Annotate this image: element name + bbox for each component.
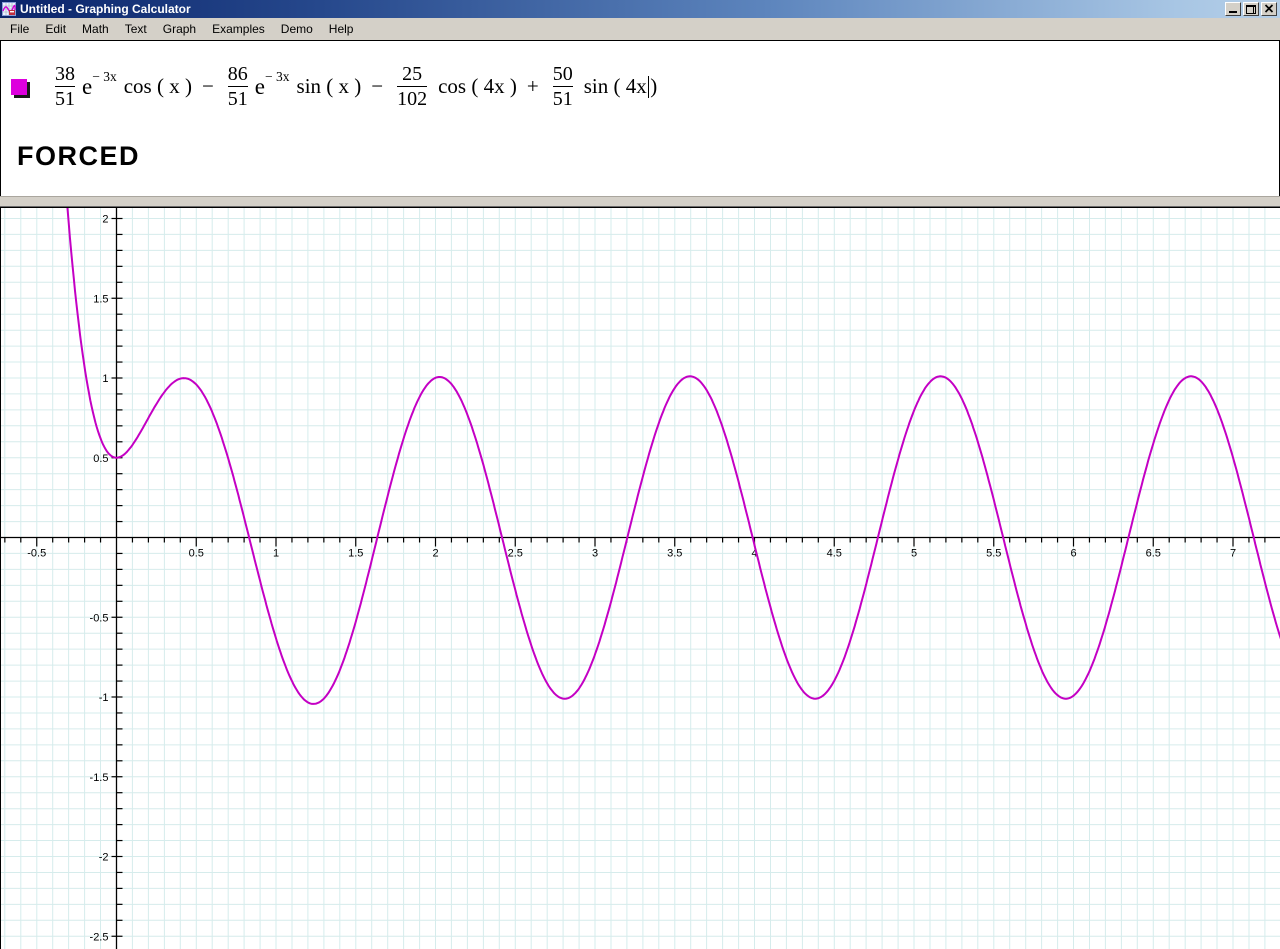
graph-canvas[interactable]: -0.5 0.5 1 1.5 2 2.5 3 3.5 4 4.5 5 5.5 6 6.5 721.510.5…	[1, 208, 1280, 949]
svg-text:3.5: 3.5	[667, 548, 682, 560]
cos-4x-term: cos ( 4x )	[438, 74, 517, 98]
fraction-4: 50 51	[552, 63, 573, 110]
svg-text:5: 5	[911, 548, 917, 560]
title-bar: Untitled - Graphing Calculator	[0, 0, 1280, 18]
svg-text:-0.5: -0.5	[90, 612, 109, 624]
restore-button[interactable]	[1243, 2, 1259, 16]
svg-text:1.5: 1.5	[348, 548, 363, 560]
fraction-numerator: 38	[55, 63, 75, 85]
restore-icon	[1246, 5, 1256, 14]
equation-row[interactable]: 38 51 e − 3x cos ( x ) − 86 51 e − 3x si…	[11, 63, 657, 110]
fraction-numerator: 25	[402, 63, 423, 85]
menu-graph[interactable]: Graph	[155, 20, 204, 38]
svg-text:1: 1	[273, 548, 279, 560]
fraction-bar	[227, 86, 248, 87]
curve-color-swatch[interactable]	[11, 78, 27, 95]
svg-text:2: 2	[432, 548, 438, 560]
menu-bar: File Edit Math Text Graph Examples Demo …	[0, 18, 1280, 40]
fraction-numerator: 86	[227, 63, 248, 85]
fraction-denominator: 51	[227, 88, 248, 110]
svg-text:-1: -1	[99, 692, 109, 704]
forced-text-annotation[interactable]: FORCED	[17, 141, 140, 172]
svg-text:6.5: 6.5	[1146, 548, 1161, 560]
cos-x-term: cos ( x )	[123, 74, 192, 98]
menu-math[interactable]: Math	[74, 20, 117, 38]
svg-text:-0.5: -0.5	[27, 548, 46, 560]
fraction-numerator: 50	[552, 63, 573, 85]
fraction-denominator: 51	[55, 88, 75, 110]
minus-operator: −	[371, 74, 384, 98]
text-cursor	[647, 75, 650, 98]
svg-text:-2.5: -2.5	[90, 931, 109, 943]
axis-labels: -0.5 0.5 1 1.5 2 2.5 3 3.5 4 4.5 5 5.5 6 6.5 721.510.5…	[27, 214, 1236, 944]
fraction-denominator: 51	[552, 88, 573, 110]
fraction-2: 86 51	[227, 63, 248, 110]
window-title: Untitled - Graphing Calculator	[20, 2, 191, 16]
svg-text:-2: -2	[99, 852, 109, 864]
svg-text:4.5: 4.5	[827, 548, 842, 560]
plus-operator: +	[526, 74, 539, 98]
graphing-calculator-app-icon	[2, 2, 16, 16]
menu-text[interactable]: Text	[117, 20, 155, 38]
svg-text:6: 6	[1070, 548, 1076, 560]
fraction-bar	[397, 86, 428, 87]
exp-exponent: − 3x	[265, 68, 290, 84]
close-button[interactable]	[1261, 2, 1277, 16]
menu-help[interactable]: Help	[321, 20, 362, 38]
close-icon	[1264, 4, 1274, 13]
svg-text:0.5: 0.5	[189, 548, 204, 560]
exp-base: e	[82, 73, 93, 99]
svg-text:2: 2	[102, 214, 108, 226]
fraction-denominator: 102	[397, 88, 428, 110]
axes	[1, 208, 1280, 949]
equation-pane: 38 51 e − 3x cos ( x ) − 86 51 e − 3x si…	[0, 40, 1280, 196]
pane-splitter[interactable]	[0, 196, 1280, 207]
fraction-bar	[55, 86, 75, 87]
minimize-button[interactable]	[1225, 2, 1241, 16]
graph-pane: -0.5 0.5 1 1.5 2 2.5 3 3.5 4 4.5 5 5.5 6 6.5 7 2 1.5 1 0.5…	[0, 207, 1280, 949]
menu-demo[interactable]: Demo	[273, 20, 321, 38]
svg-text:1: 1	[102, 373, 108, 385]
fraction-bar	[552, 86, 573, 87]
closing-paren: )	[650, 74, 658, 98]
grid-lines	[1, 208, 1280, 949]
fraction-3: 25 102	[397, 63, 428, 110]
menu-examples[interactable]: Examples	[204, 20, 273, 38]
svg-text:7: 7	[1230, 548, 1236, 560]
window-controls	[1225, 2, 1277, 16]
minus-operator: −	[201, 74, 214, 98]
fraction-1: 38 51	[55, 63, 75, 110]
minimize-icon	[1229, 11, 1237, 13]
svg-text:-1.5: -1.5	[90, 772, 109, 784]
svg-text:0.5: 0.5	[93, 453, 108, 465]
exp-exponent: − 3x	[92, 68, 117, 84]
sin-4x-term: sin ( 4x	[583, 74, 647, 98]
exp-base: e	[254, 73, 266, 99]
menu-edit[interactable]: Edit	[37, 20, 74, 38]
menu-file[interactable]: File	[2, 20, 37, 38]
equation-formula: 38 51 e − 3x cos ( x ) − 86 51 e − 3x si…	[51, 63, 657, 110]
svg-text:5.5: 5.5	[986, 548, 1001, 560]
app-window: Untitled - Graphing Calculator File Edit…	[0, 0, 1280, 949]
sin-x-term: sin ( x )	[296, 74, 362, 98]
svg-text:2.5: 2.5	[508, 548, 523, 560]
svg-text:3: 3	[592, 548, 598, 560]
svg-text:1.5: 1.5	[93, 293, 108, 305]
